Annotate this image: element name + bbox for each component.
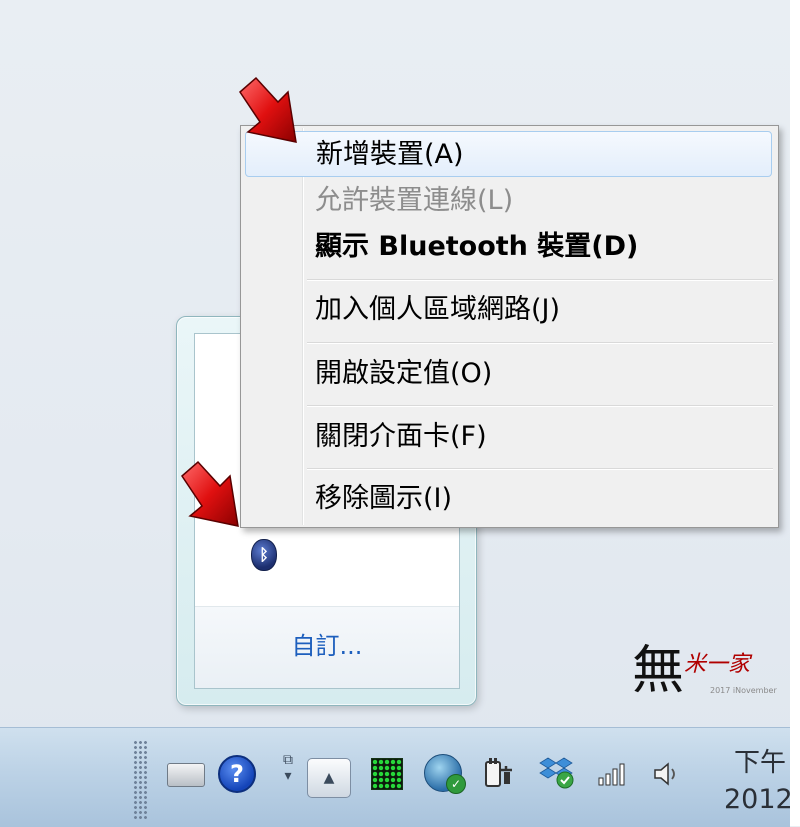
help-icon[interactable]: ?: [218, 755, 256, 793]
bluetooth-icon[interactable]: ᛒ: [251, 539, 277, 571]
taskbar-grip[interactable]: [133, 740, 147, 820]
customize-link[interactable]: 自訂...: [195, 607, 459, 688]
watermark-caption: 2017 iNovember: [710, 686, 777, 695]
check-badge-icon: ✓: [446, 774, 466, 794]
show-hidden-icons-button[interactable]: ▲: [307, 758, 351, 798]
menu-item-show-bluetooth-devices[interactable]: 顯示 Bluetooth 裝置(D): [245, 224, 772, 270]
watermark-name: 米一家: [684, 652, 751, 677]
bluetooth-context-menu: 新增裝置(A) 允許裝置連線(L) 顯示 Bluetooth 裝置(D) 加入個…: [240, 125, 779, 528]
keyboard-icon[interactable]: [167, 763, 205, 787]
taskbar: ? ⧉ ▾ ▲ ✓ 下午 2012: [0, 727, 793, 827]
menu-item-allow-connections: 允許裝置連線(L): [315, 185, 514, 216]
dropbox-icon[interactable]: [538, 754, 576, 790]
clock-date[interactable]: 2012: [724, 784, 793, 815]
menu-item-disable-adapter[interactable]: 關閉介面卡(F): [245, 414, 772, 460]
screen-edge: [790, 0, 800, 826]
red-arrow-icon: [239, 76, 297, 143]
watermark: 無 米一家 2017 iNovember: [628, 628, 778, 708]
window-switch-icon[interactable]: ⧉ ▾: [278, 752, 298, 792]
signal-bars-icon[interactable]: [597, 762, 627, 786]
menu-item-join-pan[interactable]: 加入個人區域網路(J): [245, 287, 772, 333]
menu-item-open-settings[interactable]: 開啟設定值(O): [245, 351, 772, 397]
menu-separator: [307, 405, 773, 407]
menu-separator: [307, 468, 773, 470]
menu-item-add-device[interactable]: 新增裝置(A): [245, 131, 772, 177]
menu-item-remove-icon[interactable]: 移除圖示(I): [245, 476, 772, 522]
red-arrow-icon: [181, 460, 239, 527]
watermark-signature: 無: [632, 641, 685, 701]
clock-period[interactable]: 下午: [734, 742, 786, 779]
speaker-icon[interactable]: [651, 760, 681, 788]
menu-separator: [307, 279, 773, 281]
menu-separator: [307, 342, 773, 344]
power-plug-icon[interactable]: [480, 756, 516, 790]
green-meter-icon[interactable]: [371, 758, 403, 790]
